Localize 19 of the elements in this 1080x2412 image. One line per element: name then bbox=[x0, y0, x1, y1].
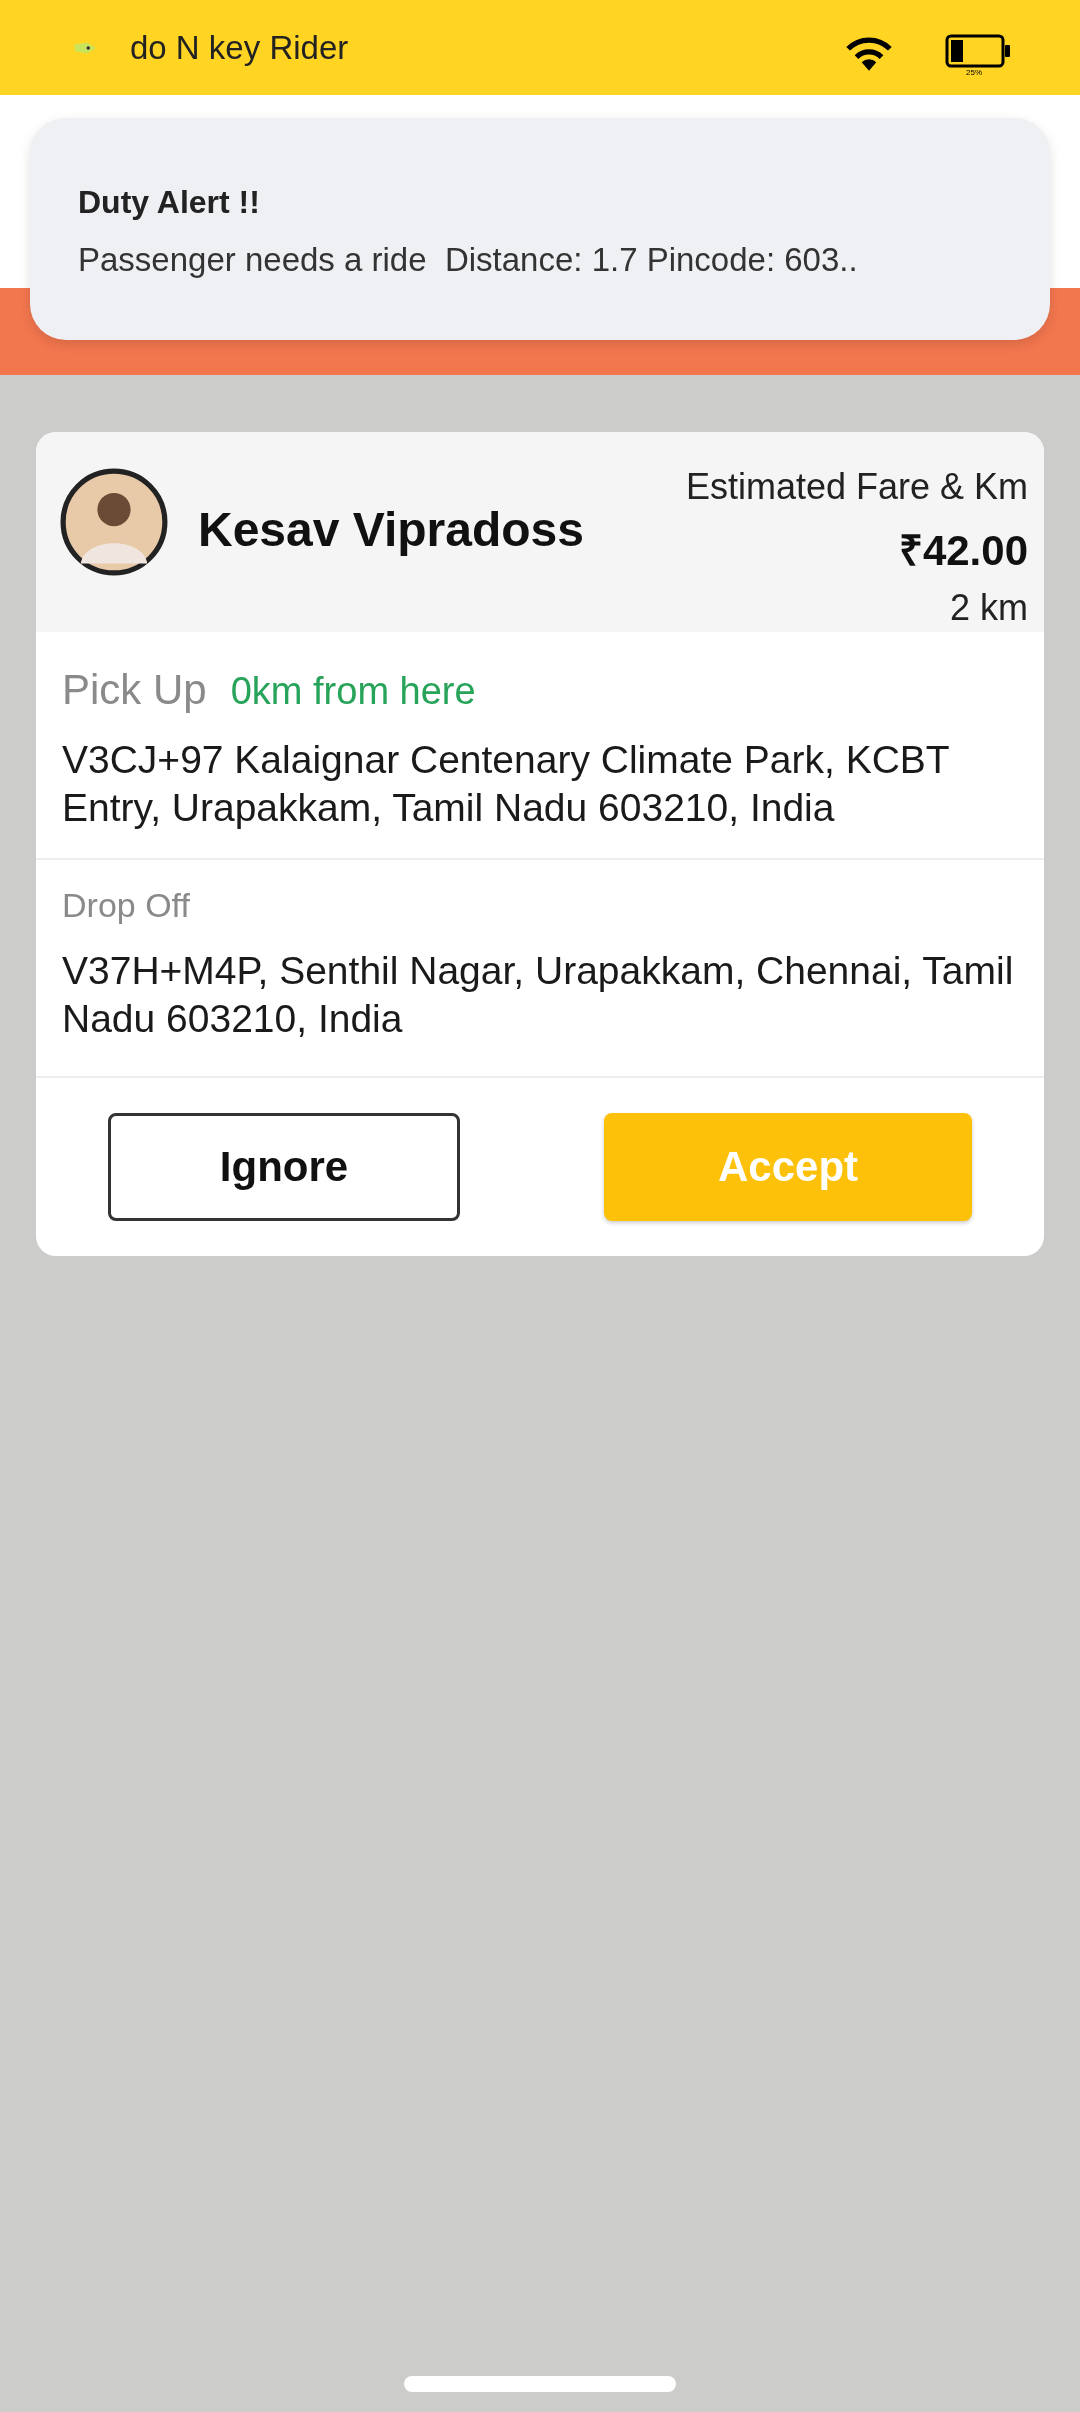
wifi-icon bbox=[844, 35, 894, 72]
dropoff-address: V37H+M4P, Senthil Nagar, Urapakkam, Chennai, Tamil Nadu 603210, India bbox=[62, 948, 1015, 1042]
rider-name: Kesav Vipradoss bbox=[198, 502, 585, 557]
notification-title: Duty Alert !! bbox=[78, 184, 261, 221]
home-indicator[interactable] bbox=[404, 2376, 676, 2392]
fare-amount: ₹42.00 bbox=[898, 526, 1028, 576]
app-name: do N key Rider bbox=[130, 28, 349, 67]
ignore-button[interactable]: Ignore bbox=[108, 1113, 460, 1221]
pickup-address: V3CJ+97 Kalaignar Centenary Climate Park, KCBT Entry, Urapakkam, Tamil Nadu 603210, India bbox=[62, 737, 950, 831]
battery-percent: 25% bbox=[966, 68, 982, 77]
notification-message: Passenger needs a ride Distance: 1.7 Pincode: 603.. bbox=[78, 241, 859, 279]
fare-label: Estimated Fare & Km bbox=[685, 466, 1028, 508]
pickup-distance: 0km from here bbox=[230, 670, 476, 713]
trip-distance: 2 km bbox=[950, 587, 1028, 629]
avatar-icon bbox=[60, 468, 168, 576]
notification-card[interactable]: Duty Alert !! Passenger needs a ride Distance: 1.7 Pincode: 603.. bbox=[30, 118, 1050, 340]
pickup-label: Pick Up bbox=[62, 666, 207, 714]
battery-icon bbox=[944, 34, 1012, 68]
dropoff-label: Drop Off bbox=[62, 886, 190, 924]
